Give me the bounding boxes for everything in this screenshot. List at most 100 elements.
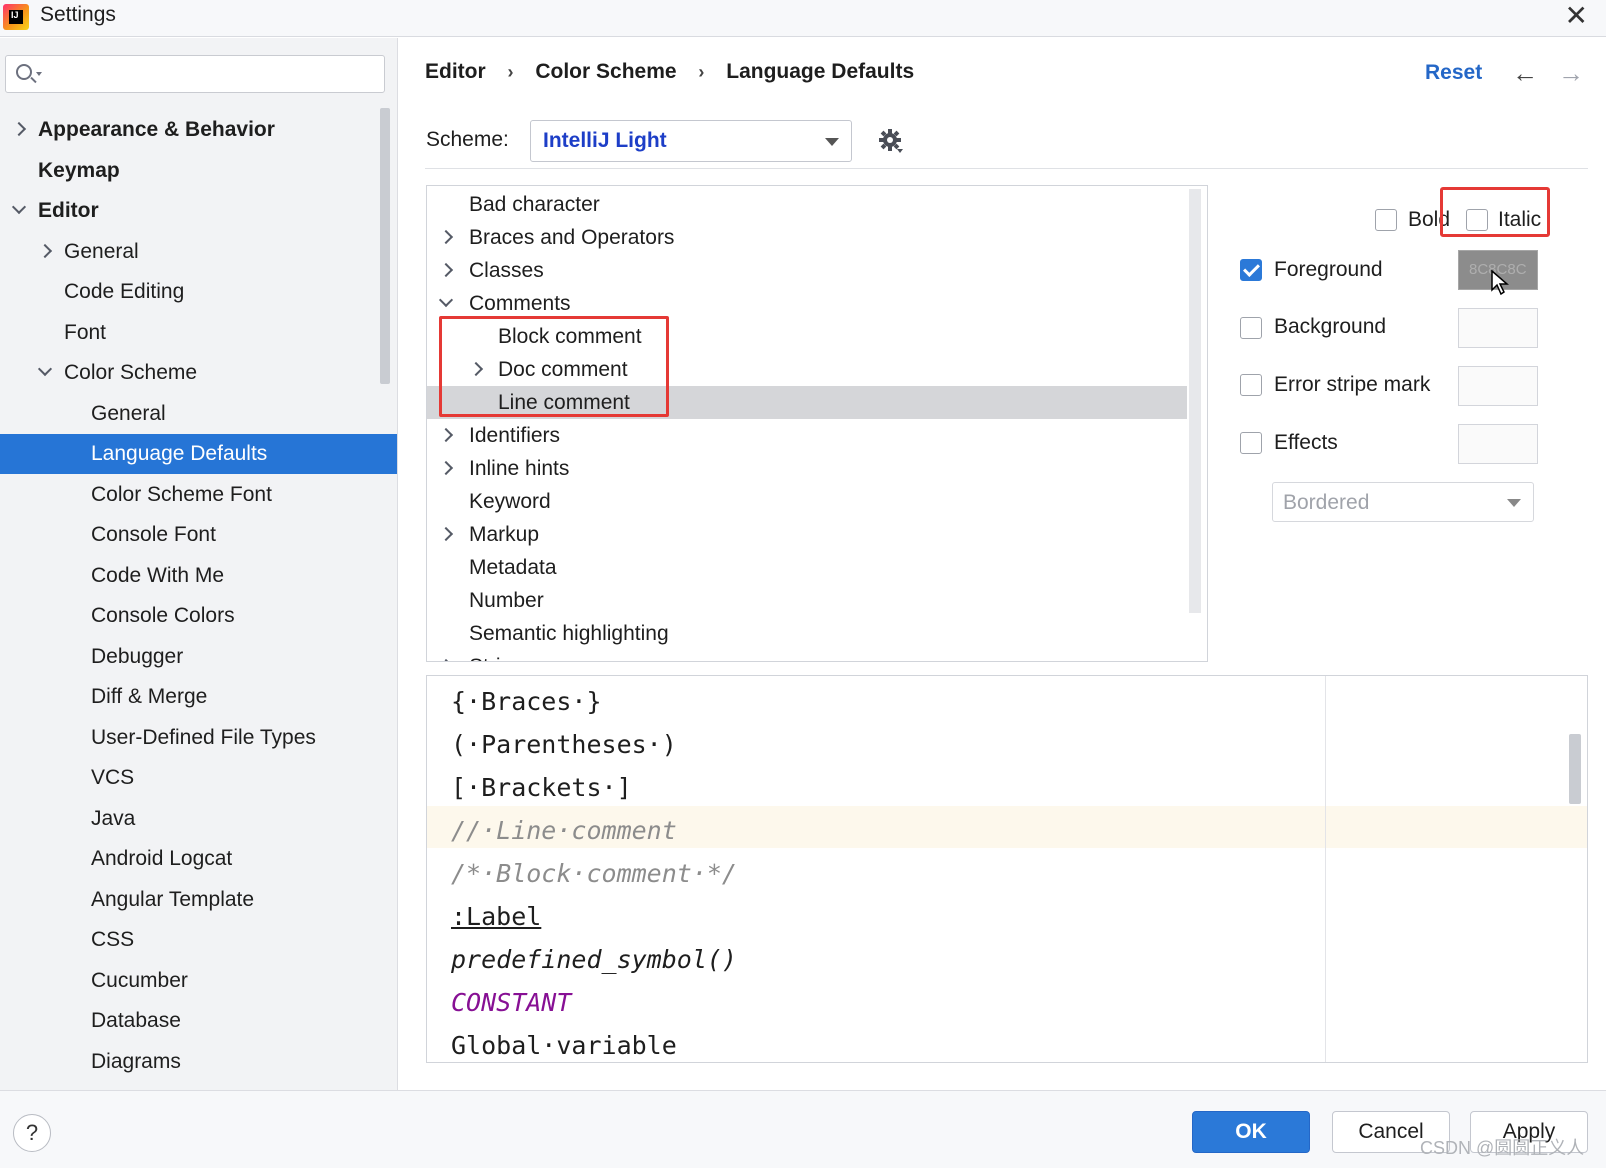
attribute-row[interactable]: Line comment <box>427 386 1187 419</box>
attribute-row[interactable]: Number <box>427 584 1207 617</box>
attribute-row[interactable]: Bad character <box>427 188 1207 221</box>
attributes-scrollbar[interactable] <box>1189 189 1201 613</box>
sidebar-item[interactable]: Cucumber <box>0 961 397 1001</box>
chevron-right-icon[interactable] <box>468 361 484 377</box>
search-box[interactable] <box>5 55 385 93</box>
breadcrumb-item-language-defaults: Language Defaults <box>726 60 915 83</box>
attribute-label: Bad character <box>469 193 600 216</box>
attribute-row[interactable]: Metadata <box>427 551 1207 584</box>
bold-checkbox[interactable] <box>1375 209 1397 231</box>
sidebar-item[interactable]: General <box>0 394 397 434</box>
background-checkbox[interactable] <box>1240 317 1262 339</box>
breadcrumb-item-color-scheme[interactable]: Color Scheme <box>535 60 676 84</box>
sidebar-item[interactable]: Language Defaults <box>0 434 397 474</box>
preview-scrollbar[interactable] <box>1569 734 1581 804</box>
sidebar-item[interactable]: Debugger <box>0 637 397 677</box>
sidebar-item-label: Diff & Merge <box>91 685 208 708</box>
attribute-row[interactable]: Strings <box>427 650 1207 661</box>
breadcrumb: Editor › Color Scheme › Language Default… <box>425 60 914 90</box>
attribute-row[interactable]: Block comment <box>427 320 1207 353</box>
help-button[interactable]: ? <box>13 1114 51 1152</box>
intellij-logo-icon: IJ <box>3 4 29 30</box>
forward-arrow-icon[interactable]: → <box>1558 58 1584 89</box>
sidebar-item-label: Cucumber <box>91 969 188 992</box>
background-color-swatch[interactable] <box>1458 308 1538 348</box>
sidebar-item[interactable]: Console Colors <box>0 596 397 636</box>
chevron-right-icon[interactable] <box>438 658 454 661</box>
sidebar-item-label: Angular Template <box>91 888 255 911</box>
foreground-color-swatch[interactable]: 8C8C8C <box>1458 250 1538 290</box>
effects-type-dropdown[interactable]: Bordered <box>1272 482 1534 522</box>
error-stripe-label: Error stripe mark <box>1274 373 1431 396</box>
gear-icon[interactable] <box>878 128 904 154</box>
search-input[interactable] <box>48 62 368 86</box>
sidebar-item[interactable]: Code With Me <box>0 556 397 596</box>
reset-link[interactable]: Reset <box>1425 61 1482 85</box>
sidebar-item[interactable]: Diff & Merge <box>0 677 397 717</box>
chevron-right-icon[interactable] <box>11 121 27 137</box>
foreground-checkbox[interactable] <box>1240 259 1262 281</box>
attribute-row[interactable]: Keyword <box>427 485 1207 518</box>
chevron-right-icon[interactable] <box>438 427 454 443</box>
sidebar-item[interactable]: Editor <box>0 191 397 231</box>
attribute-row[interactable]: Identifiers <box>427 419 1207 452</box>
attribute-label: Markup <box>469 523 540 546</box>
title-bar: IJ Settings ✕ <box>0 0 1606 37</box>
attribute-label: Braces and Operators <box>469 226 675 249</box>
effects-color-swatch[interactable] <box>1458 424 1538 464</box>
attribute-row[interactable]: Inline hints <box>427 452 1207 485</box>
sidebar-item[interactable]: Database <box>0 1001 397 1041</box>
chevron-down-icon[interactable] <box>11 199 27 215</box>
sidebar-item[interactable]: Appearance & Behavior <box>0 110 397 150</box>
chevron-down-icon <box>825 138 839 146</box>
scheme-value: IntelliJ Light <box>543 129 667 152</box>
attribute-row[interactable]: Markup <box>427 518 1207 551</box>
back-arrow-icon[interactable]: ← <box>1512 58 1538 89</box>
foreground-label: Foreground <box>1274 258 1383 281</box>
close-icon[interactable]: ✕ <box>1565 2 1588 30</box>
attribute-row[interactable]: Braces and Operators <box>427 221 1207 254</box>
sidebar-item[interactable]: Console Font <box>0 515 397 555</box>
cancel-button[interactable]: Cancel <box>1332 1111 1450 1153</box>
attribute-label: Line comment <box>498 391 630 414</box>
apply-button[interactable]: Apply <box>1470 1111 1588 1153</box>
chevron-right-icon[interactable] <box>37 243 53 259</box>
sidebar-item[interactable]: Keymap <box>0 151 397 191</box>
preview-line: [·Brackets·] <box>451 773 632 802</box>
sidebar-item[interactable]: Diagrams <box>0 1042 397 1082</box>
chevron-right-icon[interactable] <box>438 262 454 278</box>
chevron-right-icon[interactable] <box>438 229 454 245</box>
scheme-dropdown[interactable]: IntelliJ Light <box>530 120 852 162</box>
sidebar-item[interactable]: Angular Template <box>0 880 397 920</box>
search-icon <box>16 64 32 80</box>
sidebar-item[interactable]: Font <box>0 313 397 353</box>
sidebar-item[interactable]: Code Editing <box>0 272 397 312</box>
chevron-down-icon[interactable] <box>438 292 454 308</box>
chevron-right-icon[interactable] <box>438 460 454 476</box>
breadcrumb-item-editor[interactable]: Editor <box>425 60 486 84</box>
sidebar-item[interactable]: Java <box>0 799 397 839</box>
sidebar-item-label: User-Defined File Types <box>91 726 316 749</box>
sidebar-item[interactable]: User-Defined File Types <box>0 718 397 758</box>
search-options-icon[interactable] <box>36 72 42 76</box>
sidebar-item[interactable]: Android Logcat <box>0 839 397 879</box>
error-stripe-color-swatch[interactable] <box>1458 366 1538 406</box>
chevron-down-icon[interactable] <box>37 361 53 377</box>
sidebar-item[interactable]: Color Scheme Font <box>0 475 397 515</box>
code-preview[interactable]: {·Braces·} (·Parentheses·) [·Brackets·] //·… <box>426 675 1588 1063</box>
sidebar-item[interactable]: Color Scheme <box>0 353 397 393</box>
sidebar-item[interactable]: General <box>0 232 397 272</box>
right-margin-guide <box>1325 676 1326 1062</box>
italic-checkbox[interactable] <box>1466 209 1488 231</box>
attribute-row[interactable]: Comments <box>427 287 1207 320</box>
attribute-row[interactable]: Classes <box>427 254 1207 287</box>
sidebar-item[interactable]: VCS <box>0 758 397 798</box>
sidebar-item[interactable]: CSS <box>0 920 397 960</box>
attribute-row[interactable]: Doc comment <box>427 353 1207 386</box>
attribute-row[interactable]: Semantic highlighting <box>427 617 1207 650</box>
effects-checkbox[interactable] <box>1240 432 1262 454</box>
attribute-label: Classes <box>469 259 544 282</box>
error-stripe-checkbox[interactable] <box>1240 374 1262 396</box>
ok-button[interactable]: OK <box>1192 1111 1310 1153</box>
chevron-right-icon[interactable] <box>438 526 454 542</box>
